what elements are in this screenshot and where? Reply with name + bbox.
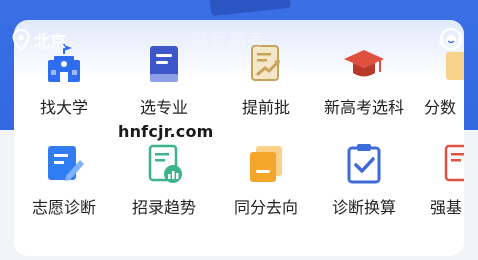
tile-label: 诊断换算 — [331, 198, 396, 217]
watermark-text: 锦宏高考 — [190, 30, 266, 51]
tile-application-diagnosis[interactable]: 志愿诊断 — [18, 142, 110, 232]
tile-same-score-destination[interactable]: 同分去向 — [220, 142, 312, 232]
top-bar: 北京 锦宏高考 — [0, 22, 478, 58]
tile-admission-trend[interactable]: 招录趋势 — [118, 142, 210, 232]
partial-doc-icon — [444, 144, 464, 182]
tile-strong-foundation[interactable]: 强基 — [418, 142, 464, 232]
location-selector[interactable]: 北京 — [12, 28, 66, 52]
stacked-cards-icon — [250, 146, 282, 182]
edit-document-icon — [48, 146, 84, 181]
tile-label: 招录趋势 — [131, 198, 196, 217]
tile-diagnosis-conversion[interactable]: 诊断换算 — [318, 142, 410, 232]
tile-label: 同分去向 — [233, 198, 298, 217]
checklist-icon — [347, 144, 381, 184]
report-chart-icon — [148, 144, 182, 183]
tile-label: 志愿诊断 — [31, 198, 96, 217]
tile-label: 找大学 — [39, 98, 88, 117]
banner-graphic — [209, 0, 291, 17]
location-label: 北京 — [34, 32, 67, 51]
customer-service-icon[interactable] — [438, 26, 464, 52]
tile-label: 新高考选科 — [323, 98, 404, 117]
tile-label: 提前批 — [241, 98, 290, 117]
tile-label: 选专业 — [139, 98, 188, 117]
watermark-url: hnfcjr.com — [118, 122, 214, 141]
tile-label: 强基 — [430, 198, 463, 217]
tile-label: 分数 — [424, 98, 457, 117]
location-pin-icon — [12, 29, 30, 51]
